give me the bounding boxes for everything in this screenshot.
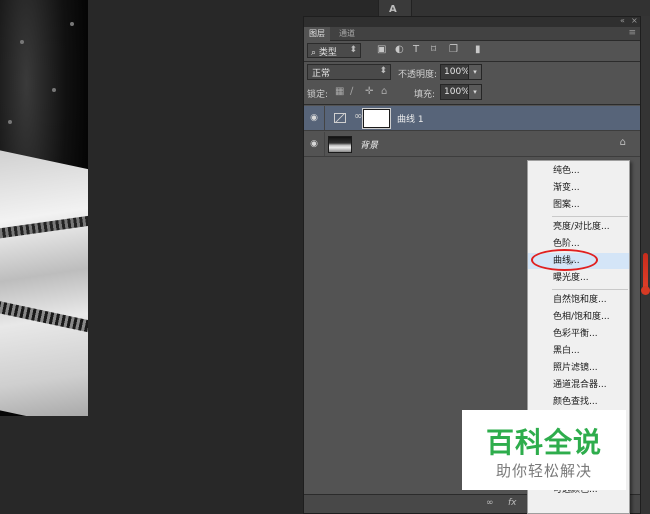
blend-mode-value: 正常 [312,69,331,79]
menu-item-black-white[interactable]: 黑白... [528,343,629,359]
hand-cursor-icon: ☞ [566,256,576,269]
chevron-updown-icon: ⬍ [349,45,357,55]
menu-item-brightness-contrast[interactable]: 亮度/对比度... [528,219,629,235]
menu-item-vibrance[interactable]: 自然饱和度... [528,292,629,308]
link-layers-icon[interactable]: ∞ [486,498,494,508]
layer-filter-row: ⌕ 类型 ⬍ ▣ ◐ T ⌑ ❐ ▮ [307,43,637,59]
highlight-ellipse [531,249,598,271]
panel-header-bar: « × [304,16,640,27]
layer-thumbnail [328,136,352,153]
filter-type-select[interactable]: ⌕ 类型 ⬍ [307,43,361,58]
menu-item-color-balance[interactable]: 色彩平衡... [528,326,629,342]
menu-item-photo-filter[interactable]: 照片滤镜... [528,360,629,376]
canvas-speck [70,22,74,26]
type-filter-icon[interactable]: T [413,44,419,55]
visibility-eye-icon[interactable]: ◉ [304,132,325,156]
smart-object-filter-icon[interactable]: ❐ [449,44,458,55]
menu-separator [552,289,628,290]
opacity-dropdown-button[interactable]: ▾ [468,64,482,80]
panel-menu-icon[interactable]: ≡ [628,28,636,38]
tab-channels[interactable]: 通道 [334,27,360,41]
canvas-image[interactable] [0,0,88,416]
layer-row-curves[interactable]: ◉ ∞ 曲线 1 [304,106,640,131]
collapse-icon[interactable]: « [620,16,625,25]
menu-item-channel-mixer[interactable]: 通道混合器... [528,377,629,393]
lock-image-icon[interactable]: ∕ [350,86,353,97]
filter-type-label: ⌕ 类型 [311,48,337,58]
adjustment-filter-icon[interactable]: ◐ [395,44,404,55]
layer-name: 背景 [360,141,379,151]
blend-mode-select[interactable]: 正常 ⬍ [307,64,391,80]
tab-layers[interactable]: 图层 [304,27,330,41]
fill-label: 填充: [414,90,436,100]
menu-item-solid-color[interactable]: 纯色... [528,163,629,179]
layer-mask-thumbnail[interactable] [362,108,391,129]
lock-label: 锁定: [307,90,329,100]
filter-toggle-icon[interactable]: ▮ [475,44,481,55]
blend-row: 正常 ⬍ 不透明度: 100% ▾ [307,64,637,80]
divider [304,104,640,105]
shape-filter-icon[interactable]: ⌑ [431,44,436,55]
layer-lock-icon: ⌂ [619,137,626,148]
menu-separator [552,216,628,217]
lock-position-icon[interactable]: ✛ [365,86,373,97]
canvas-speck [8,120,12,124]
menu-item-pattern[interactable]: 图案... [528,197,629,213]
menu-item-exposure[interactable]: 曝光度... [528,270,629,286]
pixel-filter-icon[interactable]: ▣ [377,44,386,55]
close-icon[interactable]: × [631,16,638,25]
canvas-speck [52,88,56,92]
menu-item-color-lookup[interactable]: 颜色查找... [528,394,629,410]
lock-transparent-icon[interactable]: ▦ [335,86,344,97]
watermark-subtitle: 助你轻松解决 [495,462,592,480]
panel-tabs: 图层 通道 ≡ [304,27,640,41]
opacity-label: 不透明度: [398,70,438,80]
fx-icon[interactable]: fx [508,498,517,508]
link-chain-icon[interactable]: ∞ [354,111,362,122]
scroll-indicator-dot [641,286,650,295]
curves-adjustment-icon [334,113,346,123]
canvas-speck [20,40,24,44]
layer-row-background[interactable]: ◉ 背景 ⌂ [304,132,640,157]
layer-name: 曲线 1 [397,115,424,125]
top-dock-strip [412,0,650,16]
visibility-eye-icon[interactable]: ◉ [304,106,325,130]
watermark-logo: 百科全说 助你轻松解决 [462,410,626,490]
divider [304,61,640,62]
chevron-updown-icon: ⬍ [379,66,387,76]
watermark-title: 百科全说 [485,426,602,459]
menu-item-hue-saturation[interactable]: 色相/饱和度... [528,309,629,325]
lock-all-icon[interactable]: ⌂ [381,86,387,97]
character-icon: A [389,4,397,15]
canvas-bright-area [0,148,88,416]
fill-dropdown-button[interactable]: ▾ [468,84,482,100]
menu-item-gradient[interactable]: 渐变... [528,180,629,196]
lock-row: 锁定: ▦ ∕ ✛ ⌂ 填充: 100% ▾ [307,84,637,100]
